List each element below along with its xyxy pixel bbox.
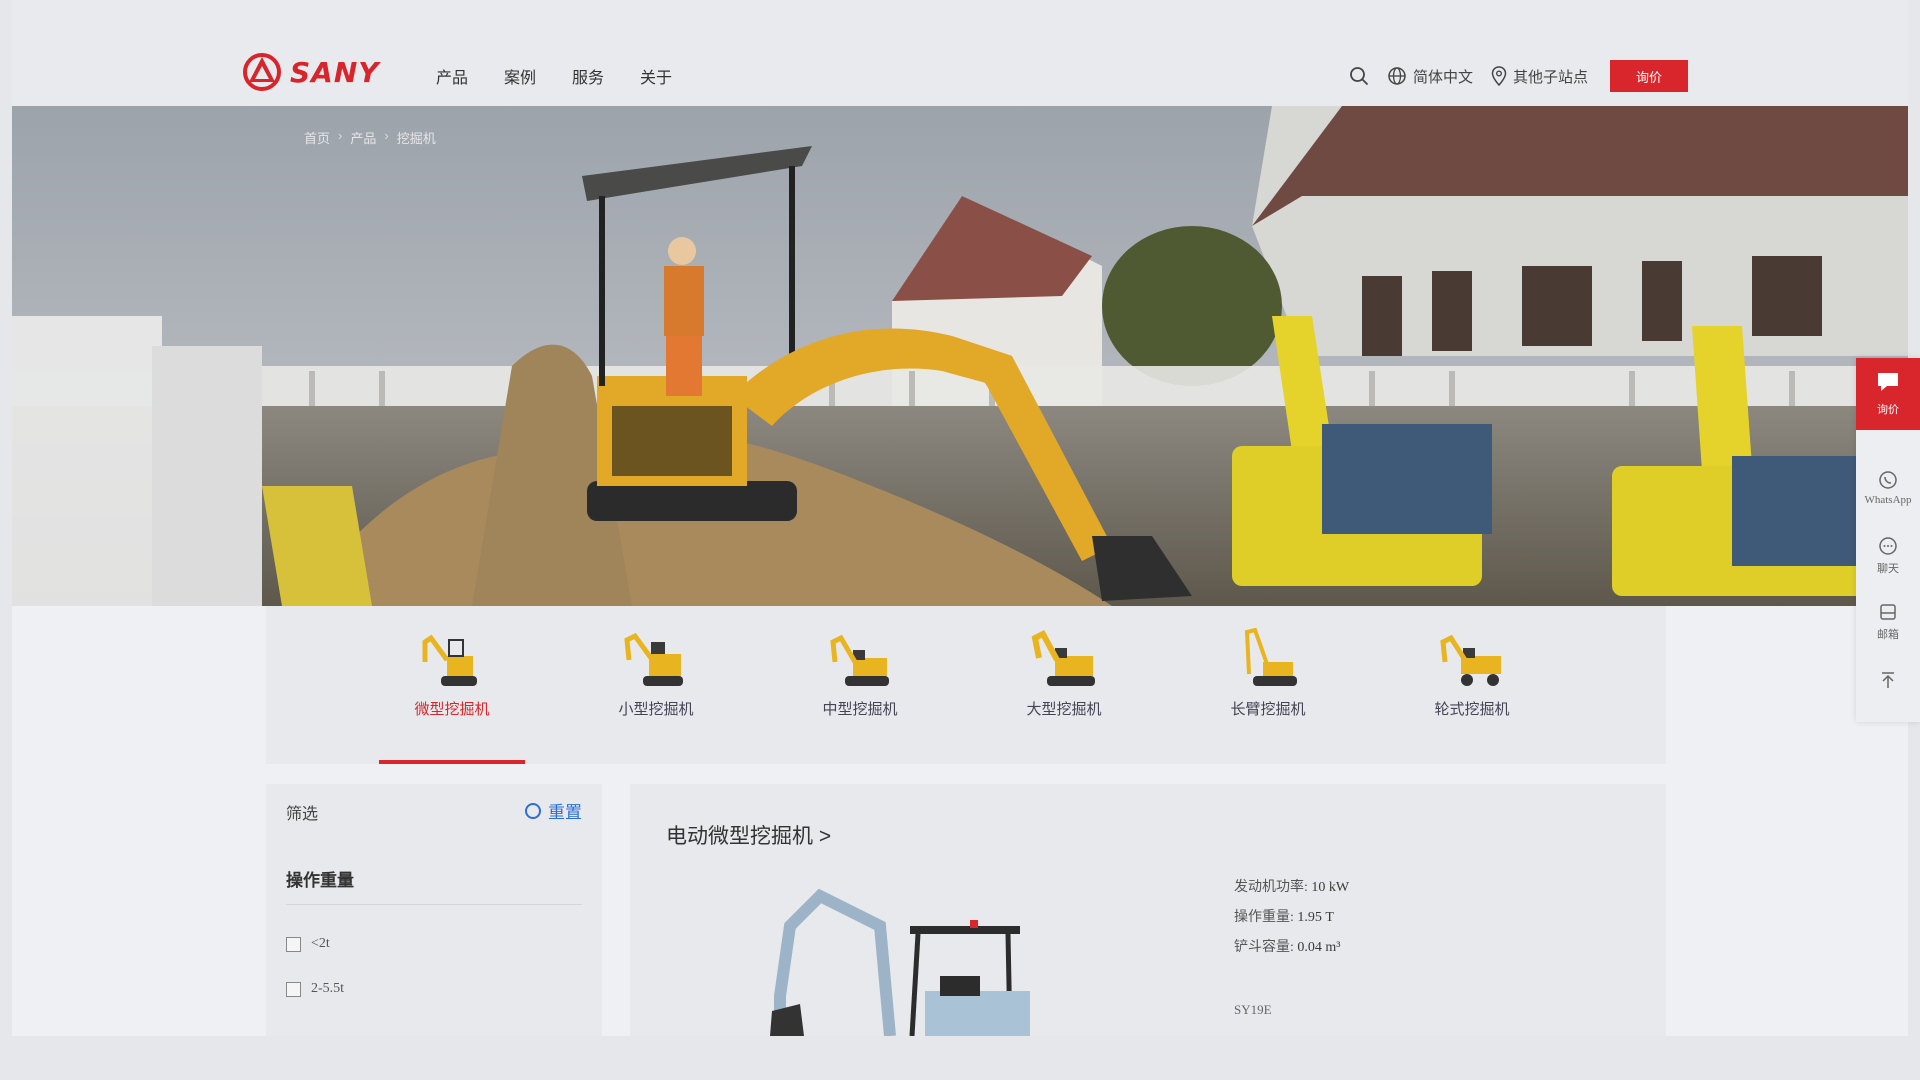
wheeled-excavator-icon	[1440, 634, 1501, 686]
reset-icon	[525, 802, 541, 819]
filter-heading: 筛选	[286, 806, 319, 823]
side-inquiry-label: 询价	[1877, 404, 1899, 416]
breadcrumb: 首页 › 产品 › 挖掘机	[304, 128, 436, 147]
spec-label: 发动机功率:	[1234, 880, 1308, 895]
nav-item-products[interactable]: 产品	[436, 64, 468, 88]
hero-banner: 首页 › 产品 › 挖掘机	[12, 106, 1908, 606]
side-whatsapp-button[interactable]: WhatsApp	[1856, 470, 1920, 506]
sany-logo-icon	[243, 53, 281, 91]
tab-small-excavator[interactable]: 小型挖掘机	[586, 628, 726, 719]
model-number: SY19E	[1234, 1002, 1272, 1017]
breadcrumb-current: 挖掘机	[396, 131, 436, 146]
search-icon	[1350, 67, 1369, 86]
nav-item-cases[interactable]: 案例	[504, 64, 536, 88]
spec-value: 0.04 m³	[1297, 940, 1341, 955]
language-selector[interactable]: 简体中文	[1387, 66, 1473, 87]
location-pin-icon	[1491, 66, 1507, 86]
tab-long-reach-excavator[interactable]: 长臂挖掘机	[1198, 628, 1338, 719]
tab-large-excavator[interactable]: 大型挖掘机	[994, 628, 1134, 719]
tab-label: 轮式挖掘机	[1434, 701, 1510, 718]
inquiry-button[interactable]: 询价	[1610, 60, 1688, 92]
small-excavator-icon	[624, 632, 683, 686]
spec-label: 操作重量:	[1234, 910, 1294, 925]
side-chat-button[interactable]: 聊天	[1856, 536, 1920, 576]
reset-label: 重置	[548, 803, 582, 822]
tab-medium-excavator[interactable]: 中型挖掘机	[790, 628, 930, 719]
spec-operating-weight: 操作重量: 1.95 T	[1234, 906, 1334, 926]
whatsapp-icon	[1879, 471, 1897, 489]
language-label: 简体中文	[1412, 68, 1473, 86]
spec-label: 铲斗容量:	[1234, 940, 1294, 955]
reset-button[interactable]: 重置	[524, 798, 582, 823]
active-tab-indicator	[379, 760, 525, 764]
arrow-up-icon	[1882, 672, 1894, 688]
side-toolbar: 询价 WhatsApp 聊天 邮箱	[1856, 358, 1920, 722]
chat-icon	[1879, 537, 1897, 555]
filter-panel: 筛选 重置 操作重量 <2t 2-5.5t	[266, 784, 602, 1036]
option-label: 2-5.5t	[311, 981, 345, 996]
option-label: <2t	[311, 936, 330, 951]
nav-item-about[interactable]: 关于	[640, 64, 672, 88]
search-button[interactable]	[1349, 66, 1369, 86]
filter-option-under-2t[interactable]: <2t	[286, 936, 330, 952]
side-mail-label: 邮箱	[1877, 629, 1899, 641]
construction-site-image	[12, 106, 1908, 606]
globe-icon	[1388, 67, 1406, 85]
tab-label: 微型挖掘机	[414, 701, 490, 718]
breadcrumb-products[interactable]: 产品	[350, 128, 376, 147]
divider	[286, 904, 582, 905]
product-card: 电动微型挖掘机 > 发动机功率: 10 kW 操作重量: 1.95 T 铲斗容量…	[630, 784, 1666, 1036]
filter-group-title: 操作重量	[286, 871, 354, 890]
breadcrumb-separator: ›	[384, 128, 389, 143]
sany-logo[interactable]: SANY	[242, 52, 380, 92]
product-title-link[interactable]: 电动微型挖掘机 >	[666, 820, 831, 850]
side-chat-label: 聊天	[1877, 563, 1899, 575]
tab-label: 小型挖掘机	[618, 701, 694, 718]
nav-right-tools: 简体中文 其他子站点 询价	[1349, 60, 1688, 92]
spec-value: 1.95 T	[1297, 910, 1334, 925]
breadcrumb-home[interactable]: 首页	[304, 128, 330, 147]
tab-label: 长臂挖掘机	[1230, 701, 1306, 718]
spec-engine-power: 发动机功率: 10 kW	[1234, 876, 1349, 896]
other-sites-link[interactable]: 其他子站点	[1491, 66, 1588, 87]
nav-item-services[interactable]: 服务	[572, 64, 604, 88]
filter-option-2-5.5t[interactable]: 2-5.5t	[286, 981, 344, 997]
top-navigation: SANY 产品 案例 服务 关于 简体中文 其他子站点 询价	[12, 0, 1908, 106]
tab-micro-excavator[interactable]: 微型挖掘机	[382, 628, 522, 719]
tab-wheeled-excavator[interactable]: 轮式挖掘机	[1402, 628, 1542, 719]
chat-bubble-icon	[1878, 373, 1898, 391]
mail-icon	[1880, 604, 1896, 620]
back-to-top-button[interactable]	[1856, 670, 1920, 694]
product-image[interactable]	[760, 886, 1060, 1036]
tab-label: 中型挖掘机	[822, 701, 898, 718]
checkbox[interactable]	[286, 936, 301, 952]
category-tabs: 微型挖掘机 小型挖掘机 中型挖掘机 大型挖掘机 长臂挖掘机 轮式挖掘机	[266, 606, 1666, 764]
breadcrumb-separator: ›	[338, 128, 343, 143]
checkbox[interactable]	[286, 981, 301, 997]
micro-excavator-icon	[422, 634, 477, 686]
tab-label: 大型挖掘机	[1026, 701, 1102, 718]
other-sites-label: 其他子站点	[1512, 68, 1588, 86]
brand-name: SANY	[290, 55, 380, 89]
medium-excavator-icon	[830, 634, 889, 686]
long-reach-excavator-icon	[1244, 628, 1297, 686]
page-frame: SANY 产品 案例 服务 关于 简体中文 其他子站点 询价 首页 › 产品 ›…	[12, 0, 1920, 1036]
side-mail-button[interactable]: 邮箱	[1856, 602, 1920, 642]
large-excavator-icon	[1031, 630, 1095, 686]
main-menu: 产品 案例 服务 关于	[436, 64, 672, 88]
side-inquiry-button[interactable]: 询价	[1856, 358, 1920, 430]
side-whatsapp-label: WhatsApp	[1864, 494, 1912, 506]
spec-value: 10 kW	[1311, 880, 1350, 895]
spec-bucket-capacity: 铲斗容量: 0.04 m³	[1234, 936, 1340, 956]
